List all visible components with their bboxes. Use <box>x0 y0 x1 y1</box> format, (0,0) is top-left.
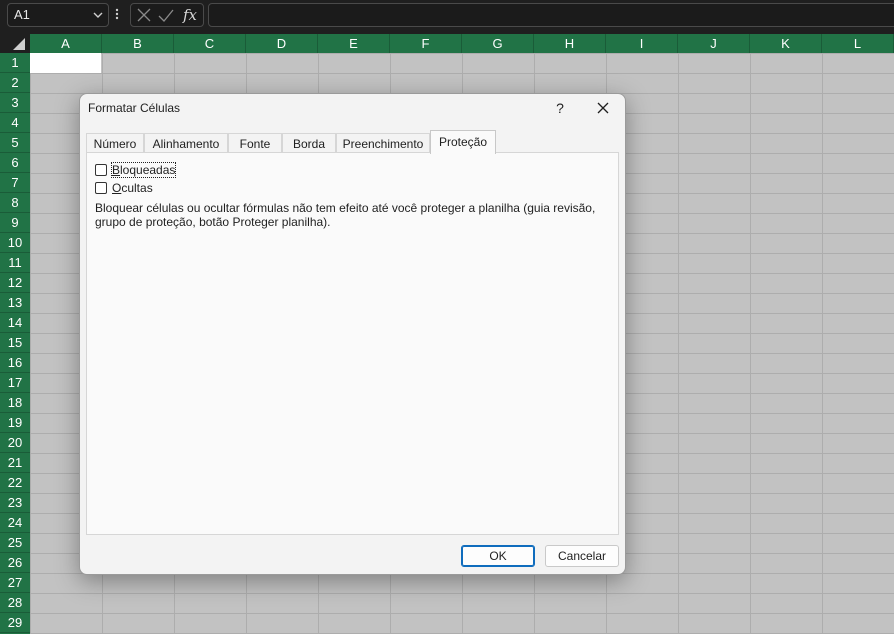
row-header-10[interactable]: 10 <box>0 233 30 253</box>
column-header-a[interactable]: A <box>30 34 102 53</box>
row-header-17[interactable]: 17 <box>0 373 30 393</box>
more-vertical-icon[interactable] <box>114 4 120 29</box>
tab-protecao[interactable]: Proteção <box>430 130 496 154</box>
tab-preenchimento[interactable]: Preenchimento <box>336 133 430 153</box>
protection-panel: Bloqueadas Ocultas Bloquear células ou o… <box>86 152 619 535</box>
row-header-12[interactable]: 12 <box>0 273 30 293</box>
tab-label: Borda <box>292 137 326 151</box>
column-header-k[interactable]: K <box>750 34 822 53</box>
locked-mnemonic: B <box>112 163 121 177</box>
row-header: 1 2 3 4 5 6 7 8 9 10 11 12 13 14 15 16 17 18 19 20 21 22 23 24 2… <box>0 53 30 634</box>
select-all-icon <box>13 38 25 50</box>
formula-buttons: fx <box>130 3 204 27</box>
check-icon[interactable] <box>158 4 174 26</box>
close-icon <box>597 102 609 114</box>
row-header-2[interactable]: 2 <box>0 73 30 93</box>
tab-label: Proteção <box>438 135 488 149</box>
tab-fonte[interactable]: Fonte <box>228 133 282 153</box>
row-header-24[interactable]: 24 <box>0 513 30 533</box>
row-header-25[interactable]: 25 <box>0 533 30 553</box>
hidden-label[interactable]: Ocultas <box>112 181 153 195</box>
name-box[interactable]: A1 <box>7 3 109 27</box>
column-header-l[interactable]: L <box>822 34 894 53</box>
row-header-16[interactable]: 16 <box>0 353 30 373</box>
name-box-value: A1 <box>14 7 30 22</box>
dialog-tabs: Número Alinhamento Fonte Borda Preenchim… <box>86 130 620 154</box>
row-header-9[interactable]: 9 <box>0 213 30 233</box>
locked-label-rest: loqueadas <box>120 163 176 177</box>
column-header-b[interactable]: B <box>102 34 174 53</box>
protection-note: Bloquear células ou ocultar fórmulas não… <box>95 201 596 229</box>
row-header-1[interactable]: 1 <box>0 53 30 73</box>
help-button[interactable]: ? <box>551 98 569 118</box>
chevron-down-icon[interactable] <box>93 4 103 33</box>
row-header-8[interactable]: 8 <box>0 193 30 213</box>
row-header-29[interactable]: 29 <box>0 613 30 633</box>
locked-checkbox[interactable] <box>95 164 107 176</box>
row-header-21[interactable]: 21 <box>0 453 30 473</box>
tab-label: Alinhamento <box>152 137 220 151</box>
tab-borda[interactable]: Borda <box>282 133 336 153</box>
cancel-button[interactable]: Cancelar <box>545 545 619 567</box>
locked-label[interactable]: Bloqueadas <box>110 162 177 178</box>
hidden-mnemonic: O <box>112 181 122 195</box>
row-header-13[interactable]: 13 <box>0 293 30 313</box>
column-header-h[interactable]: H <box>534 34 606 53</box>
hidden-label-rest: cultas <box>121 181 153 195</box>
row-header-20[interactable]: 20 <box>0 433 30 453</box>
row-header-15[interactable]: 15 <box>0 333 30 353</box>
function-icon[interactable]: fx <box>183 5 197 25</box>
hidden-checkbox[interactable] <box>95 182 107 194</box>
tab-alinhamento[interactable]: Alinhamento <box>144 133 228 153</box>
x-icon[interactable] <box>136 4 152 26</box>
column-header-f[interactable]: F <box>390 34 462 53</box>
row-header-23[interactable]: 23 <box>0 493 30 513</box>
row-header-14[interactable]: 14 <box>0 313 30 333</box>
row-header-3[interactable]: 3 <box>0 93 30 113</box>
row-header-5[interactable]: 5 <box>0 133 30 153</box>
select-all-button[interactable] <box>0 34 30 53</box>
active-cell[interactable] <box>30 53 101 73</box>
row-header-18[interactable]: 18 <box>0 393 30 413</box>
column-header-c[interactable]: C <box>174 34 246 53</box>
column-header-e[interactable]: E <box>318 34 390 53</box>
close-button[interactable] <box>592 99 614 119</box>
row-header-19[interactable]: 19 <box>0 413 30 433</box>
row-header-11[interactable]: 11 <box>0 253 30 273</box>
row-header-4[interactable]: 4 <box>0 113 30 133</box>
row-header-7[interactable]: 7 <box>0 173 30 193</box>
column-header-g[interactable]: G <box>462 34 534 53</box>
ok-button[interactable]: OK <box>461 545 535 567</box>
formula-bar: A1 fx <box>0 0 894 34</box>
dialog-title: Formatar Células <box>88 101 181 115</box>
row-header-22[interactable]: 22 <box>0 473 30 493</box>
formula-input[interactable] <box>208 3 894 27</box>
row-header-6[interactable]: 6 <box>0 153 30 173</box>
tab-numero[interactable]: Número <box>86 133 144 153</box>
excel-window: A1 fx ABCDEFGHIJKL 1 2 3 4 5 6 7 8 9 10 11 12 13 14 15… <box>0 0 894 634</box>
row-header-26[interactable]: 26 <box>0 553 30 573</box>
column-header: ABCDEFGHIJKL <box>0 34 894 53</box>
row-header-27[interactable]: 27 <box>0 573 30 593</box>
format-cells-dialog: Formatar Células ? Número Alinhamento Fo… <box>79 93 626 575</box>
tab-label: Fonte <box>239 137 271 151</box>
tab-label: Número <box>93 137 137 151</box>
column-header-i[interactable]: I <box>606 34 678 53</box>
row-header-28[interactable]: 28 <box>0 593 30 613</box>
column-header-j[interactable]: J <box>678 34 750 53</box>
column-header-d[interactable]: D <box>246 34 318 53</box>
tab-label: Preenchimento <box>342 137 424 151</box>
